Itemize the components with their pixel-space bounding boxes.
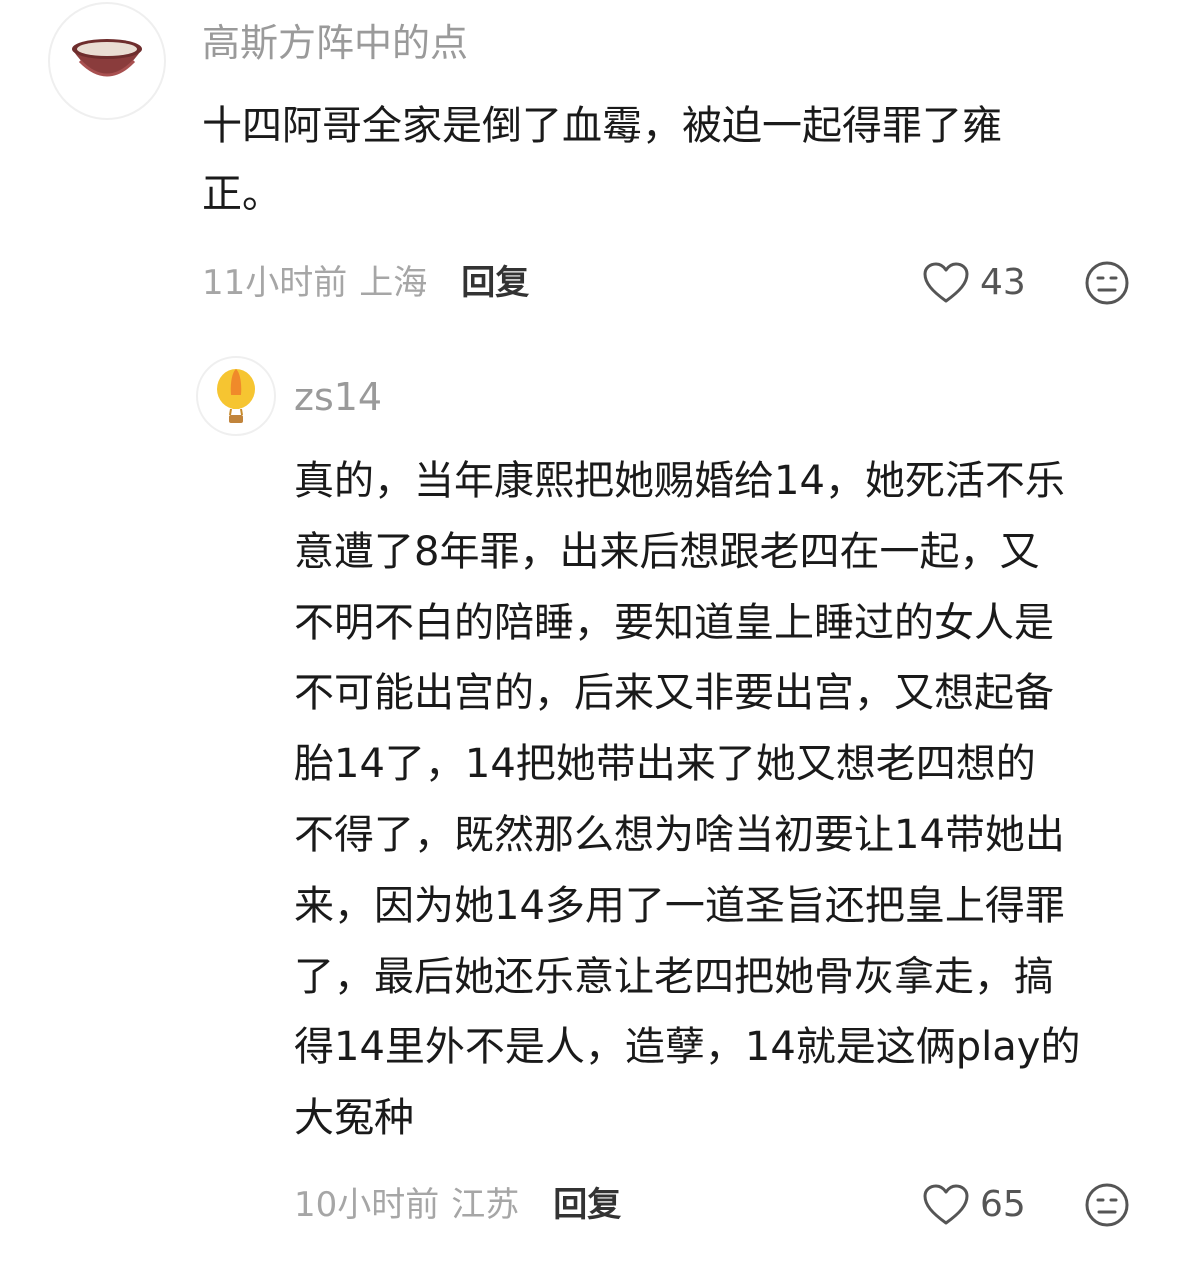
comment-meta: 10小时前 江苏 回复 [294,1180,621,1230]
like-count: 65 [980,1184,1026,1225]
timestamp: 11小时前 [202,263,348,303]
emoji-reaction-icon[interactable] [1084,260,1130,306]
comment-meta: 11小时前 上海 回复 [202,258,529,308]
location: 江苏 [451,1185,520,1225]
comment-text: 十四阿哥全家是倒了血霉，被迫一起得罪了雍 正。 [202,103,1002,217]
heart-icon [923,1184,969,1225]
avatar[interactable] [48,2,166,120]
location: 上海 [359,263,428,303]
username[interactable]: 高斯方阵中的点 [202,18,468,68]
heart-icon [923,262,969,303]
like-button[interactable]: 43 [922,258,1026,308]
like-count: 43 [980,262,1026,303]
reply-button[interactable]: 回复 [461,258,529,308]
comment-text: 真的，当年康熙把她赐婚给14，她死活不乐 意遭了8年罪，出来后想跟老四在一起，又… [294,458,1081,1142]
hot-air-balloon-icon [217,369,255,423]
timestamp: 10小时前 [294,1185,440,1225]
bowl-icon [72,39,142,77]
avatar[interactable] [196,356,276,436]
emoji-reaction-icon[interactable] [1084,1182,1130,1228]
like-button[interactable]: 65 [922,1180,1026,1230]
reply-button[interactable]: 回复 [553,1180,621,1230]
username[interactable]: zs14 [294,372,382,422]
